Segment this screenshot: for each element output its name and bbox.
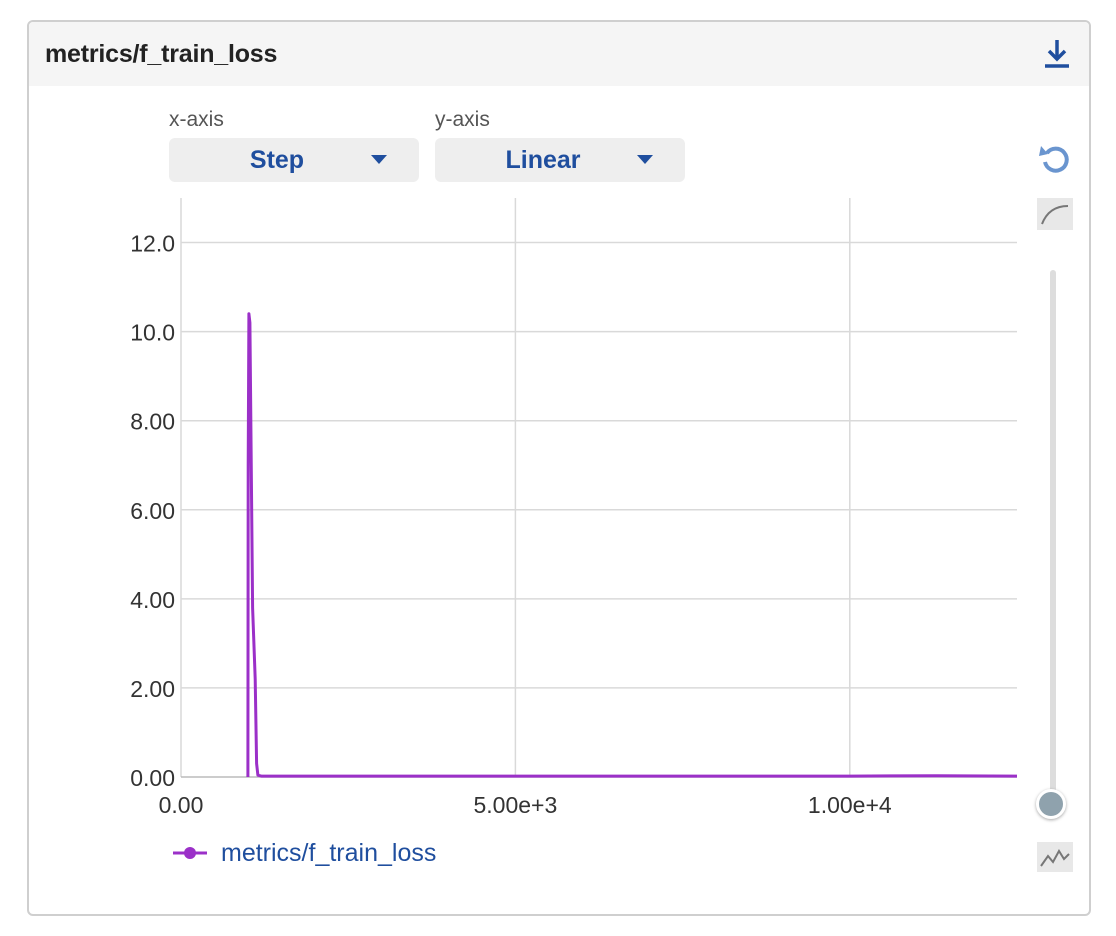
x-tick-label: 1.00e+4 (808, 792, 892, 818)
y-axis-label: y-axis (435, 108, 490, 131)
download-button[interactable] (1039, 36, 1075, 72)
y-tick-label: 4.00 (130, 587, 175, 613)
series-line (246, 312, 1018, 778)
chart-grid (180, 198, 1017, 777)
y-tick-label: 0.00 (130, 765, 175, 791)
x-axis-selected: Step (249, 146, 305, 174)
x-tick-label: 0.00 (159, 792, 204, 818)
smoothing-toggle[interactable] (1037, 198, 1073, 230)
smoothing-slider-thumb[interactable] (1036, 789, 1066, 819)
legend-swatch-icon (173, 847, 207, 859)
y-tick-label: 10.0 (130, 320, 175, 346)
reset-icon (1039, 146, 1069, 173)
chart-axes: 0.00 2.00 4.00 6.00 8.00 10.0 12.0 0.00 5.00e+3 1… (130, 231, 1017, 818)
y-tick-label: 2.00 (130, 676, 175, 702)
reset-zoom-button[interactable] (1036, 140, 1074, 178)
y-tick-label: 8.00 (130, 409, 175, 435)
legend-label: metrics/f_train_loss (221, 839, 437, 867)
y-tick-label: 12.0 (130, 231, 175, 257)
x-axis-label: x-axis (169, 108, 224, 131)
card-header: metrics/f_train_loss (29, 22, 1089, 86)
chevron-down-icon (371, 155, 387, 164)
raw-line-icon (1040, 849, 1070, 867)
chevron-down-icon (637, 155, 653, 164)
x-axis-dropdown[interactable]: Step (169, 138, 419, 182)
card-title: metrics/f_train_loss (45, 40, 278, 68)
smoothing-slider-track[interactable] (1050, 270, 1056, 804)
download-icon (1045, 40, 1069, 68)
y-tick-label: 6.00 (130, 498, 175, 524)
x-tick-label: 5.00e+3 (474, 792, 558, 818)
smooth-curve-icon (1041, 205, 1069, 225)
y-axis-dropdown[interactable]: Linear (435, 138, 685, 182)
raw-data-toggle[interactable] (1037, 842, 1073, 872)
scalar-card: metrics/f_train_loss x-axis Step y-axis … (27, 20, 1091, 916)
chart-series (246, 312, 1018, 778)
y-axis-selected: Linear (505, 146, 581, 174)
